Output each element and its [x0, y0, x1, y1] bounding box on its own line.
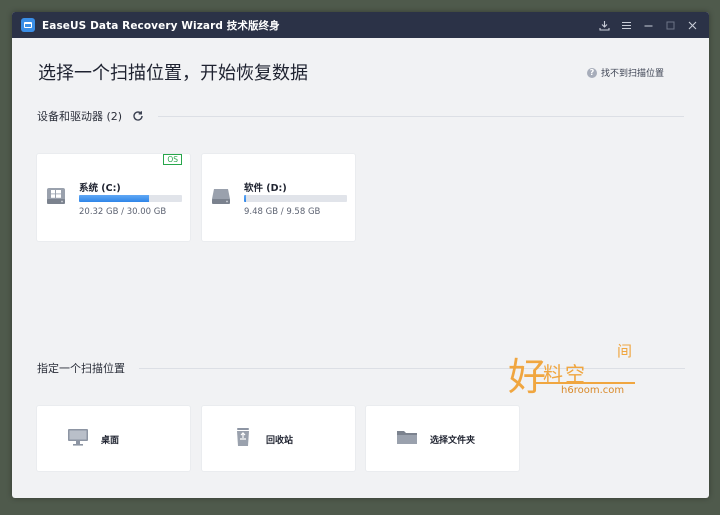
os-badge: OS: [163, 154, 182, 165]
location-label: 选择文件夹: [430, 436, 476, 446]
location-recycle-bin[interactable]: 回收站: [202, 406, 355, 471]
location-label: 回收站: [266, 436, 294, 446]
devices-heading: 设备和驱动器 (2): [37, 110, 123, 123]
locations-heading: 指定一个扫描位置: [37, 362, 125, 375]
watermark-underline: [535, 382, 635, 384]
folder-icon: [397, 431, 417, 444]
location-label: 桌面: [101, 436, 120, 446]
windows-drive-icon: [47, 188, 65, 204]
help-link-label: 找不到扫描位置: [601, 69, 665, 79]
drive-usage-bar: [244, 195, 347, 202]
menu-icon[interactable]: [619, 18, 633, 32]
close-icon[interactable]: [685, 18, 699, 32]
app-window: EaseUS Data Recovery Wizard 技术版终身 选择一个扫描…: [12, 12, 709, 498]
drive-name: 系统 (C:): [79, 183, 121, 194]
drive-card-d[interactable]: 软件 (D:) 9.48 GB / 9.58 GB: [202, 154, 355, 241]
drive-usage-fill: [79, 195, 149, 202]
page-title: 选择一个扫描位置，开始恢复数据: [38, 63, 308, 84]
watermark-top-char: 间: [617, 342, 633, 360]
window-controls: [597, 12, 699, 38]
section-divider: [158, 115, 685, 117]
drive-size: 20.32 GB / 30.00 GB: [79, 207, 167, 217]
window-title: EaseUS Data Recovery Wizard 技术版终身: [42, 20, 280, 32]
title-bar: EaseUS Data Recovery Wizard 技术版终身: [12, 12, 709, 38]
drive-name: 软件 (D:): [244, 183, 287, 194]
minimize-icon[interactable]: [641, 18, 655, 32]
watermark-url: h6room.com: [561, 385, 625, 396]
desktop-icon: [68, 429, 88, 446]
help-link[interactable]: ? 找不到扫描位置: [587, 66, 664, 79]
download-icon[interactable]: [597, 18, 611, 32]
maximize-icon[interactable]: [663, 18, 677, 32]
drive-usage-bar: [79, 195, 182, 202]
devices-section-header: 设备和驱动器 (2): [37, 108, 685, 124]
location-folder[interactable]: 选择文件夹: [366, 406, 519, 471]
watermark-logo: 好 料空 间 h6room.com: [503, 340, 643, 402]
question-icon: ?: [587, 67, 597, 78]
drive-card-c[interactable]: OS 系统 (C:) 20.32 GB / 30.00 GB: [37, 154, 190, 241]
hard-drive-icon: [212, 189, 230, 204]
app-logo-icon: [21, 18, 35, 32]
refresh-icon[interactable]: [132, 110, 144, 122]
main-content: 选择一个扫描位置，开始恢复数据 ? 找不到扫描位置 设备和驱动器 (2) OS: [12, 38, 709, 498]
watermark-main-char: 好: [508, 355, 547, 399]
drive-usage-fill: [244, 195, 247, 202]
recycle-bin-icon: [237, 428, 249, 446]
drive-size: 9.48 GB / 9.58 GB: [244, 207, 321, 217]
location-desktop[interactable]: 桌面: [37, 406, 190, 471]
